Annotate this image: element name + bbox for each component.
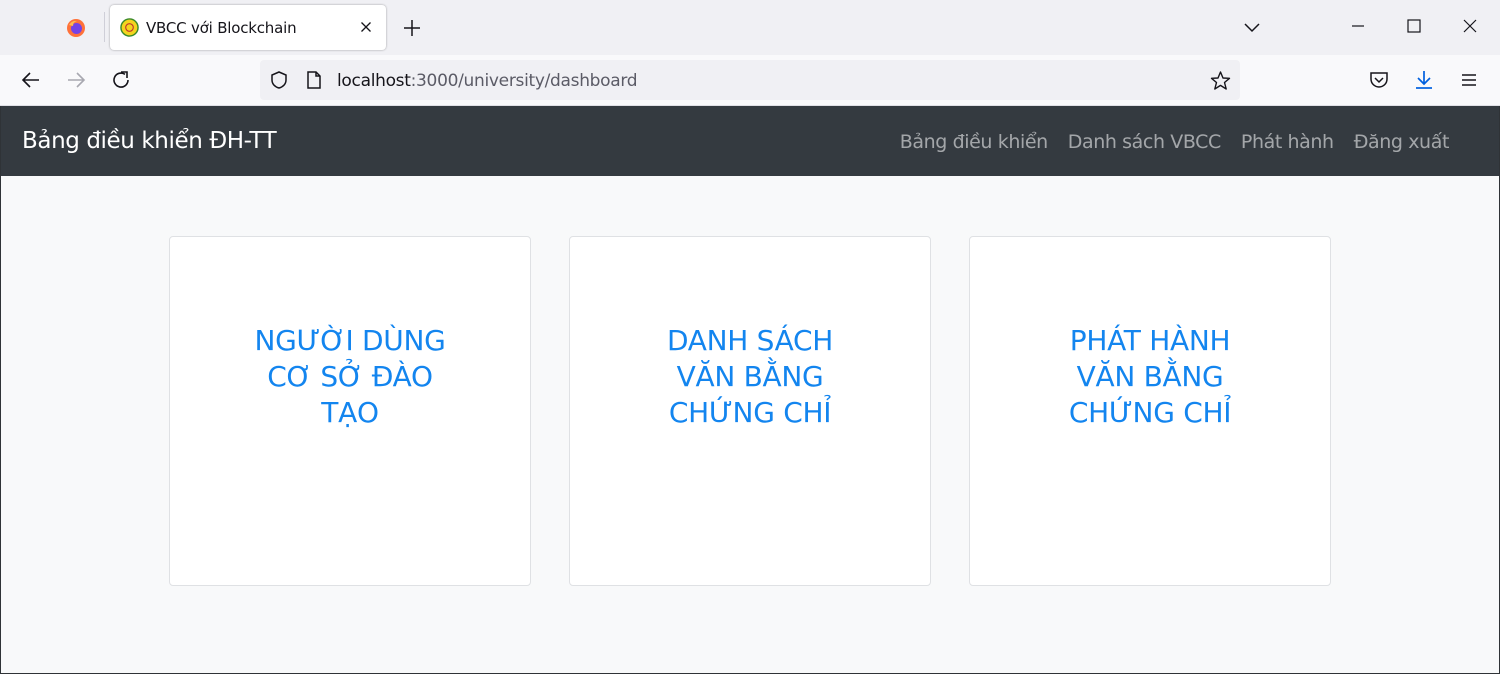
back-icon[interactable] <box>20 69 42 91</box>
card-training-users[interactable]: NGƯỜI DÙNG CƠ SỞ ĐÀO TẠO <box>169 236 531 586</box>
address-bar[interactable]: localhost:3000/university/dashboard <box>260 60 1240 100</box>
app-navbar: Bảng điều khiển ĐH-TT Bảng điều khiển Da… <box>0 106 1500 176</box>
url-host: localhost <box>337 71 411 91</box>
shield-icon[interactable] <box>269 70 289 90</box>
star-icon[interactable] <box>1210 70 1231 91</box>
menu-icon[interactable] <box>1458 69 1480 91</box>
nav-menu: Bảng điều khiển Danh sách VBCC Phát hành… <box>900 131 1450 153</box>
card-title[interactable]: NGƯỜI DÙNG CƠ SỞ ĐÀO TẠO <box>240 323 460 431</box>
download-icon[interactable] <box>1413 69 1435 91</box>
plus-icon[interactable] <box>402 18 422 38</box>
site-favicon-icon <box>120 18 139 37</box>
browser-toolbar: localhost:3000/university/dashboard <box>0 55 1500 106</box>
tab-title: VBCC với Blockchain <box>146 19 297 37</box>
nav-link-issue[interactable]: Phát hành <box>1241 131 1334 153</box>
minimize-icon[interactable] <box>1348 16 1368 36</box>
card-title[interactable]: DANH SÁCH VĂN BẰNG CHỨNG CHỈ <box>640 323 860 431</box>
pocket-icon[interactable] <box>1368 69 1390 91</box>
browser-tab-strip: VBCC với Blockchain <box>0 0 1500 55</box>
card-certificate-list[interactable]: DANH SÁCH VĂN BẰNG CHỨNG CHỈ <box>569 236 931 586</box>
card-title[interactable]: PHÁT HÀNH VĂN BẰNG CHỨNG CHỈ <box>1040 323 1260 431</box>
brand-title[interactable]: Bảng điều khiển ĐH-TT <box>22 128 277 154</box>
close-window-icon[interactable] <box>1460 16 1480 36</box>
window-border <box>0 106 1 674</box>
forward-icon[interactable] <box>65 69 87 91</box>
url-text[interactable]: localhost:3000/university/dashboard <box>337 71 638 91</box>
nav-link-certificate-list[interactable]: Danh sách VBCC <box>1068 131 1222 153</box>
close-icon[interactable] <box>358 19 374 35</box>
page-icon[interactable] <box>305 70 323 90</box>
url-path: :3000/university/dashboard <box>410 71 638 91</box>
firefox-icon[interactable] <box>66 18 86 38</box>
chevron-down-icon[interactable] <box>1243 18 1261 36</box>
maximize-icon[interactable] <box>1404 16 1424 36</box>
reload-icon[interactable] <box>110 69 132 91</box>
nav-link-logout[interactable]: Đăng xuất <box>1354 131 1450 153</box>
dashboard-content: NGƯỜI DÙNG CƠ SỞ ĐÀO TẠO DANH SÁCH VĂN B… <box>0 176 1500 674</box>
active-tab[interactable]: VBCC với Blockchain <box>110 5 386 50</box>
card-issue-certificate[interactable]: PHÁT HÀNH VĂN BẰNG CHỨNG CHỈ <box>969 236 1331 586</box>
nav-link-dashboard[interactable]: Bảng điều khiển <box>900 131 1048 153</box>
tab-separator <box>104 12 105 42</box>
